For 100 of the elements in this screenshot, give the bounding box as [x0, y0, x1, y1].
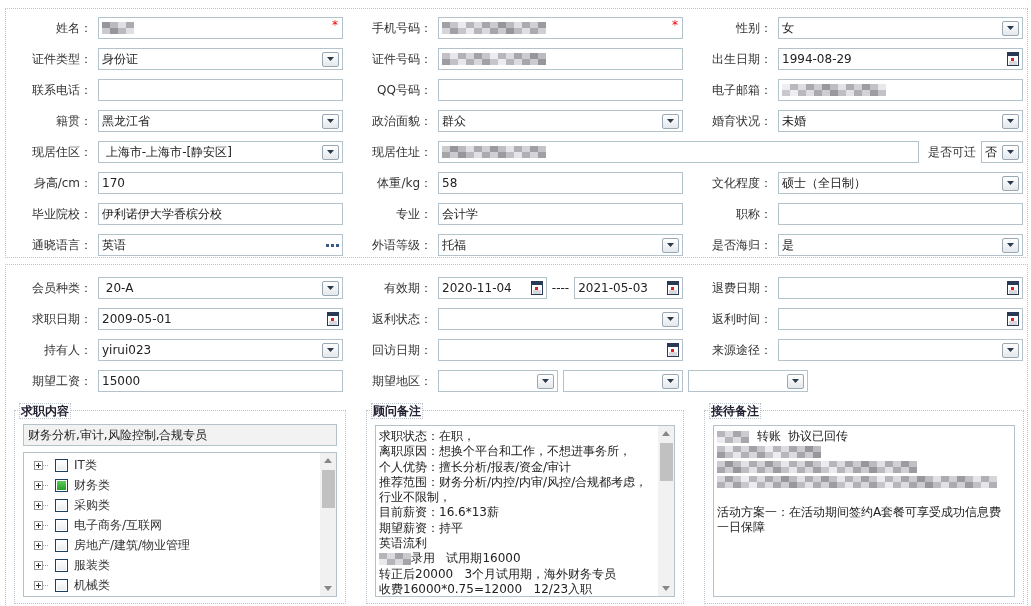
expand-icon[interactable]: [34, 560, 49, 570]
input-field[interactable]: 170: [98, 172, 343, 194]
select-field[interactable]: [778, 339, 1023, 361]
checkbox[interactable]: [55, 518, 68, 532]
dropdown-button[interactable]: [322, 280, 339, 296]
calendar-icon[interactable]: [1007, 312, 1019, 326]
select-field[interactable]: 未婚: [778, 110, 1023, 132]
tree-item[interactable]: IT类: [74, 456, 97, 474]
expand-icon[interactable]: [34, 460, 49, 470]
more-icon[interactable]: [326, 243, 339, 247]
expand-icon[interactable]: [34, 480, 49, 490]
dropdown-button[interactable]: [1002, 175, 1019, 191]
date-field[interactable]: [778, 308, 1023, 330]
tree-item[interactable]: 财务类: [74, 476, 110, 494]
select-field[interactable]: yirui023: [98, 339, 343, 361]
input-field[interactable]: [438, 48, 683, 70]
calendar-icon[interactable]: [667, 343, 679, 357]
select-field[interactable]: 硕士（全日制）: [778, 172, 1023, 194]
dropdown-button[interactable]: [1002, 113, 1019, 129]
dropdown-button[interactable]: [537, 373, 554, 389]
field-label: 职称：: [735, 205, 773, 223]
select-field[interactable]: 身份证: [98, 48, 343, 70]
summary-field[interactable]: 财务分析,审计,风险控制,合规专员: [23, 424, 337, 446]
select-field[interactable]: 群众: [438, 110, 683, 132]
input-field[interactable]: *: [438, 17, 683, 39]
tree-item[interactable]: 电子商务/互联网: [74, 516, 163, 534]
input-field[interactable]: 会计学: [438, 203, 683, 225]
date-field[interactable]: 2021-05-03: [574, 277, 683, 299]
expand-icon[interactable]: [34, 580, 49, 590]
select-field[interactable]: 否: [981, 141, 1023, 163]
calendar-icon[interactable]: [1007, 52, 1019, 66]
checkbox[interactable]: [55, 478, 68, 492]
input-field[interactable]: 15000: [98, 370, 343, 392]
scroll-down-icon[interactable]: [324, 586, 332, 591]
select-field[interactable]: [438, 370, 558, 392]
date-field[interactable]: 2020-11-04: [438, 277, 547, 299]
checkbox[interactable]: [55, 458, 68, 472]
expand-icon[interactable]: [34, 540, 49, 550]
dropdown-button[interactable]: [662, 237, 679, 253]
field-label: 外语等级：: [371, 236, 433, 254]
lookup-field[interactable]: 英语: [98, 234, 343, 256]
date-field[interactable]: [778, 277, 1023, 299]
tree-item[interactable]: 服装类: [74, 556, 110, 574]
calendar-icon[interactable]: [530, 281, 543, 295]
dropdown-button[interactable]: [662, 373, 679, 389]
input-field[interactable]: *: [98, 17, 343, 39]
select-field[interactable]: 黑龙江省: [98, 110, 343, 132]
notes-field[interactable]: 转账 协议已回传 活动方案一：在活动期间签约A套餐可享受成功信息费一日保障: [713, 425, 1015, 597]
dropdown-button[interactable]: [1002, 144, 1019, 160]
date-field[interactable]: 2009-05-01: [98, 308, 343, 330]
input-field[interactable]: [778, 203, 1023, 225]
dropdown-button[interactable]: [662, 311, 679, 327]
dropdown-button[interactable]: [322, 144, 339, 160]
select-field[interactable]: 20-A: [98, 277, 343, 299]
input-field[interactable]: 58: [438, 172, 683, 194]
calendar-icon[interactable]: [667, 281, 679, 295]
scrollbar[interactable]: [658, 426, 674, 596]
select-field[interactable]: 托福: [438, 234, 683, 256]
field-label: 体重/kg：: [376, 174, 433, 192]
input-field[interactable]: [438, 79, 683, 101]
scroll-up-icon[interactable]: [662, 431, 670, 436]
scroll-thumb[interactable]: [659, 443, 673, 481]
dropdown-button[interactable]: [1002, 237, 1019, 253]
select-field[interactable]: [563, 370, 683, 392]
expand-icon[interactable]: [34, 520, 49, 530]
dropdown-button[interactable]: [322, 113, 339, 129]
input-field[interactable]: 伊利诺伊大学香槟分校: [98, 203, 343, 225]
dropdown-button[interactable]: [322, 342, 339, 358]
select-field[interactable]: [688, 370, 808, 392]
input-field[interactable]: [778, 79, 1023, 101]
tree-item[interactable]: 机械类: [74, 576, 110, 594]
scroll-thumb[interactable]: [321, 470, 335, 508]
select-field[interactable]: 是: [778, 234, 1023, 256]
calendar-icon[interactable]: [327, 312, 339, 326]
dropdown-button[interactable]: [1002, 342, 1019, 358]
notes-field[interactable]: 求职状态：在职， 离职原因：想换个平台和工作，不想进事务所， 个人优势：擅长分析/报表/资金/审计 推荐范围：财务分析/内控/内审/风控/合规都考虑， 行业不限制， 目前薪资：16.6*13薪 期望薪资：持平 英语流利 录用 试用期16000 转正后20000 3个月试用期，海外财务专员 收费16000*0.75=12000 12/23入职: [375, 425, 675, 597]
dropdown-button[interactable]: [1002, 20, 1019, 36]
expand-icon[interactable]: [34, 500, 49, 510]
tree-item[interactable]: 采购类: [74, 496, 110, 514]
select-field[interactable]: [438, 308, 683, 330]
select-field[interactable]: 上海市-上海市-[静安区]: [98, 141, 343, 163]
tree-item[interactable]: 房地产/建筑/物业管理: [74, 536, 191, 554]
date-field[interactable]: [438, 339, 683, 361]
scroll-up-icon[interactable]: [324, 458, 332, 463]
checkbox[interactable]: [55, 558, 68, 572]
checkbox[interactable]: [55, 498, 68, 512]
dropdown-button[interactable]: [787, 373, 804, 389]
scroll-down-icon[interactable]: [662, 586, 670, 591]
dropdown-button[interactable]: [322, 51, 339, 67]
field-label: 持有人：: [43, 341, 93, 359]
date-field[interactable]: 1994-08-29: [778, 48, 1023, 70]
checkbox[interactable]: [55, 578, 68, 592]
scrollbar[interactable]: [320, 453, 336, 596]
input-field[interactable]: [98, 79, 343, 101]
calendar-icon[interactable]: [1007, 281, 1019, 295]
checkbox[interactable]: [55, 538, 68, 552]
select-field[interactable]: 女: [778, 17, 1023, 39]
dropdown-button[interactable]: [662, 113, 679, 129]
field-label: 退费日期：: [711, 279, 773, 297]
input-field[interactable]: [438, 141, 919, 163]
